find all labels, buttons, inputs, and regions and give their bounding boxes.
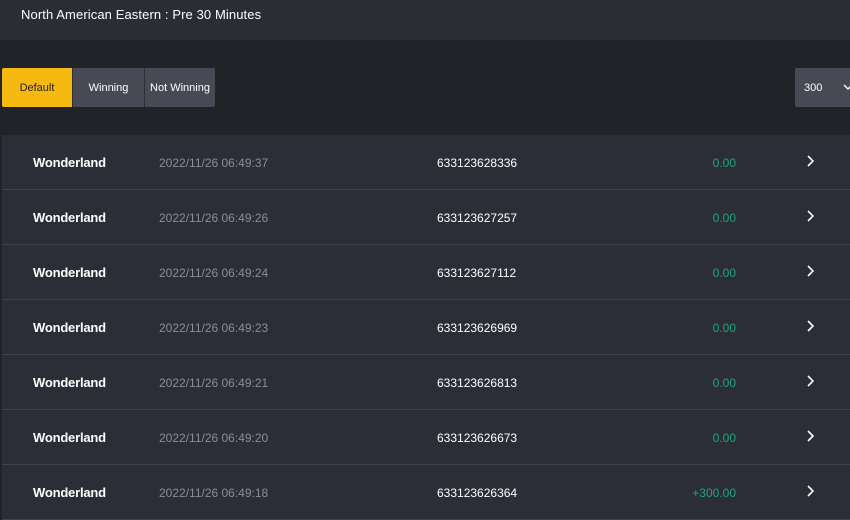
win-amount: +300.00 [692,486,736,500]
win-amount: 0.00 [712,211,736,225]
bet-row[interactable]: Wonderland 2022/11/26 06:49:37 63312362833… [2,135,850,190]
ticket-number: 633123626813 [437,376,518,390]
chevron-right-icon[interactable] [806,485,814,497]
page-title: North American Eastern : Pre 30 Minutes [21,7,262,22]
bet-timestamp: 2022/11/26 06:49:20 [159,431,269,445]
bet-timestamp: 2022/11/26 06:49:24 [159,266,269,280]
win-amount: 0.00 [712,321,736,335]
ticket-number: 633123628336 [437,156,518,170]
game-name: Wonderland [33,320,106,335]
result-filter-group: Default Winning Not Winning [2,68,215,107]
chevron-down-icon [843,84,850,90]
ticket-number: 633123627112 [437,266,517,280]
chevron-right-icon[interactable] [806,320,814,332]
ticket-number: 633123626673 [437,431,518,445]
bet-row[interactable]: Wonderland 2022/11/26 06:49:20 63312362667… [2,410,850,465]
chevron-right-icon[interactable] [806,430,814,442]
page-header: North American Eastern : Pre 30 Minutes [0,0,850,40]
game-name: Wonderland [33,375,106,390]
page-size-value: 300 [804,82,823,94]
ticket-number: 633123626969 [437,321,518,335]
win-amount: 0.00 [712,266,736,280]
filter-winning-button[interactable]: Winning [72,68,144,107]
game-name: Wonderland [33,155,106,170]
win-amount: 0.00 [712,431,736,445]
bet-timestamp: 2022/11/26 06:49:23 [159,321,269,335]
bet-row[interactable]: Wonderland 2022/11/26 06:49:26 63312362725… [2,190,850,245]
bet-row[interactable]: Wonderland 2022/11/26 06:49:18 63312362636… [2,465,850,520]
filter-not-winning-button[interactable]: Not Winning [144,68,215,107]
ticket-number: 633123627257 [437,211,518,225]
win-amount: 0.00 [712,376,736,390]
bet-timestamp: 2022/11/26 06:49:37 [159,156,269,170]
game-name: Wonderland [33,485,106,500]
chevron-right-icon[interactable] [806,210,814,222]
bet-timestamp: 2022/11/26 06:49:18 [159,486,269,500]
filter-default-button[interactable]: Default [2,68,72,107]
bet-row[interactable]: Wonderland 2022/11/26 06:49:21 63312362681… [2,355,850,410]
bet-row[interactable]: Wonderland 2022/11/26 06:49:23 63312362696… [2,300,850,355]
bet-history-list: Wonderland 2022/11/26 06:49:37 63312362833… [2,135,850,520]
ticket-number: 633123626364 [437,486,518,500]
page-size-select[interactable]: 300 [795,68,850,107]
bet-timestamp: 2022/11/26 06:49:26 [159,211,269,225]
chevron-right-icon[interactable] [806,265,814,277]
chevron-right-icon[interactable] [806,375,814,387]
game-name: Wonderland [33,430,106,445]
chevron-right-icon[interactable] [806,155,814,167]
game-name: Wonderland [33,210,106,225]
win-amount: 0.00 [712,156,736,170]
bet-row[interactable]: Wonderland 2022/11/26 06:49:24 63312362711… [2,245,850,300]
game-name: Wonderland [33,265,106,280]
bet-timestamp: 2022/11/26 06:49:21 [159,376,269,390]
